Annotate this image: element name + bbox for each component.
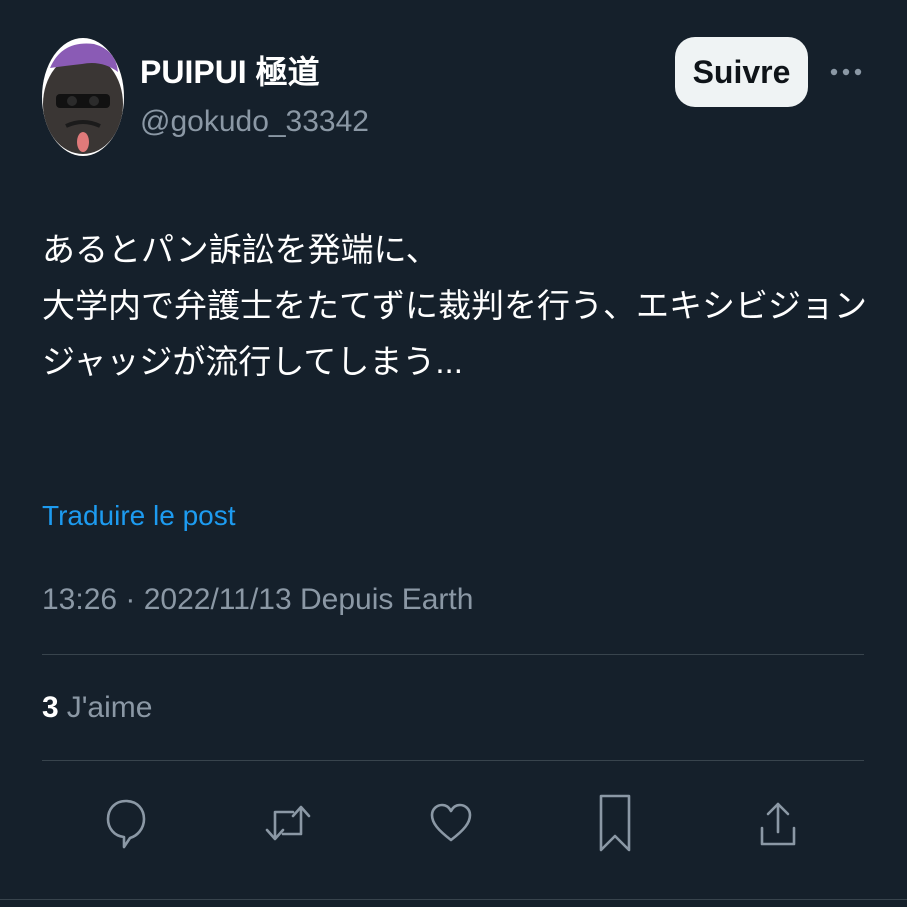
- reply-button[interactable]: [96, 790, 156, 856]
- bookmark-icon: [599, 794, 631, 852]
- divider: [42, 760, 864, 761]
- translate-link[interactable]: Traduire le post: [42, 496, 236, 536]
- follow-button[interactable]: Suivre: [675, 37, 808, 107]
- like-button[interactable]: [421, 790, 481, 856]
- reply-icon: [106, 799, 146, 849]
- avatar[interactable]: [42, 38, 124, 156]
- tweet-meta: 13:26 · 2022/11/13 Depuis Earth: [42, 583, 474, 616]
- handle[interactable]: @gokudo_33342: [140, 102, 369, 142]
- likes-count: 3: [42, 691, 59, 724]
- tweet-text: あるとパン訴訟を発端に、 大学内で弁護士をたてずに裁判を行う、エキシビジョン ジ…: [42, 222, 882, 390]
- retweet-icon: [265, 805, 311, 841]
- share-icon: [760, 802, 796, 846]
- tweet-line: あるとパン訴訟を発端に、: [42, 231, 439, 268]
- bookmark-button[interactable]: [585, 790, 645, 856]
- retweet-button[interactable]: [258, 790, 318, 856]
- avatar-icon: [42, 38, 124, 156]
- bottom-divider: [0, 899, 907, 900]
- more-icon: [830, 68, 862, 76]
- tweet-line: 大学内で弁護士をたてずに裁判を行う、エキシビジョン: [42, 287, 867, 324]
- share-button[interactable]: [748, 790, 808, 856]
- more-options-button[interactable]: [826, 56, 866, 88]
- like-icon: [430, 803, 472, 842]
- action-bar: [0, 790, 907, 860]
- likes-label: J'aime: [66, 691, 153, 724]
- tweet-line: ジャッジが流行してしまう...: [42, 343, 463, 380]
- divider: [42, 654, 864, 655]
- likes-stat[interactable]: 3 J'aime: [42, 688, 152, 728]
- display-name[interactable]: PUIPUI 極道: [140, 52, 320, 92]
- tweet-card: PUIPUI 極道 @gokudo_33342 Suivre あるとパン訴訟を発…: [0, 0, 907, 907]
